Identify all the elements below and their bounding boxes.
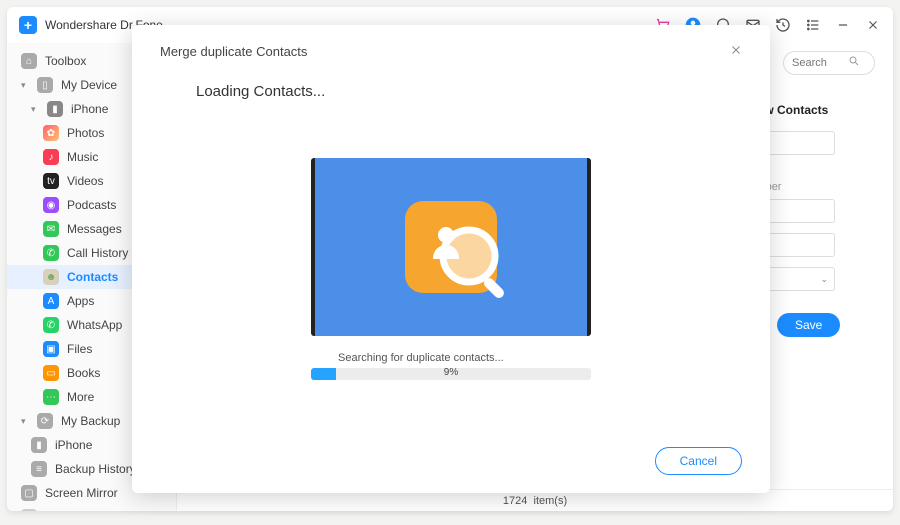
- sidebar-item-label: My Device: [61, 78, 117, 92]
- music-icon: ♪: [43, 149, 59, 165]
- modal-footer: Cancel: [160, 437, 742, 475]
- backup-icon: ⟳: [37, 413, 53, 429]
- sidebar-item-label: Apps: [67, 294, 94, 308]
- messages-icon: ✉: [43, 221, 59, 237]
- modal-header: Merge duplicate Contacts: [160, 43, 742, 59]
- contacts-icon: ☻: [43, 269, 59, 285]
- loading-illustration: [311, 158, 591, 336]
- device-icon: ▯: [37, 77, 53, 93]
- sidebar-item-label: Backup History: [55, 462, 136, 476]
- phone-icon: ▮: [47, 101, 63, 117]
- sidebar-item-label: Contacts: [67, 270, 118, 284]
- sidebar-item-label: Call History: [67, 246, 128, 260]
- cancel-button[interactable]: Cancel: [655, 447, 742, 475]
- apps-icon: A: [43, 293, 59, 309]
- app-logo-icon: +: [19, 16, 37, 34]
- photos-icon: ✿: [43, 125, 59, 141]
- sidebar-phone-companion[interactable]: ▯ Phone Companion: [7, 505, 176, 511]
- save-button[interactable]: Save: [777, 313, 840, 337]
- call-icon: ✆: [43, 245, 59, 261]
- home-icon: ⌂: [21, 53, 37, 69]
- sidebar-item-label: WhatsApp: [67, 318, 122, 332]
- status-label: item(s): [534, 495, 568, 507]
- sidebar-item-label: iPhone: [55, 438, 92, 452]
- sidebar-item-label: Messages: [67, 222, 122, 236]
- files-icon: ▣: [43, 341, 59, 357]
- progress-bar: 9%: [311, 368, 591, 380]
- sidebar-item-label: Files: [67, 342, 92, 356]
- whatsapp-icon: ✆: [43, 317, 59, 333]
- history-icon: ≡: [31, 461, 47, 477]
- chevron-down-icon: ⌄: [820, 274, 828, 285]
- chevron-down-icon: ▾: [21, 80, 29, 91]
- phone-companion-icon: ▯: [21, 509, 37, 511]
- minimize-icon[interactable]: [835, 17, 851, 33]
- sidebar-item-label: My Backup: [61, 414, 120, 428]
- chevron-down-icon: ▾: [31, 104, 39, 115]
- modal-body: Searching for duplicate contacts... 9%: [160, 100, 742, 437]
- podcasts-icon: ◉: [43, 197, 59, 213]
- sidebar-item-label: Photos: [67, 126, 104, 140]
- sidebar-item-label: Videos: [67, 174, 103, 188]
- merge-contacts-modal: Merge duplicate Contacts Loading Contact…: [132, 25, 770, 493]
- modal-subtitle: Loading Contacts...: [196, 83, 742, 100]
- videos-icon: tv: [43, 173, 59, 189]
- sidebar-item-label: Screen Mirror: [45, 486, 118, 500]
- sidebar-item-label: Toolbox: [45, 54, 86, 68]
- close-icon[interactable]: [730, 43, 742, 59]
- close-icon[interactable]: [865, 17, 881, 33]
- list-icon[interactable]: [805, 17, 821, 33]
- sidebar-item-label: iPhone: [71, 102, 108, 116]
- sidebar-item-label: More: [67, 390, 94, 404]
- progress-label: 9%: [311, 368, 591, 378]
- sidebar-item-label: Music: [67, 150, 98, 164]
- search-input[interactable]: [792, 57, 842, 69]
- searching-text: Searching for duplicate contacts...: [338, 352, 504, 364]
- status-count: 1724: [503, 495, 527, 507]
- books-icon: ▭: [43, 365, 59, 381]
- search-box[interactable]: [783, 51, 875, 75]
- phone-icon: ▮: [31, 437, 47, 453]
- screen-mirror-icon: ▢: [21, 485, 37, 501]
- sidebar-item-label: Books: [67, 366, 100, 380]
- history-icon[interactable]: [775, 17, 791, 33]
- modal-title: Merge duplicate Contacts: [160, 44, 307, 59]
- magnifier-icon: [433, 220, 519, 306]
- more-icon: ⋯: [43, 389, 59, 405]
- sidebar-item-label: Phone Companion: [45, 510, 144, 511]
- sidebar-item-label: Podcasts: [67, 198, 116, 212]
- chevron-down-icon: ▾: [21, 416, 29, 427]
- search-icon[interactable]: [848, 54, 860, 72]
